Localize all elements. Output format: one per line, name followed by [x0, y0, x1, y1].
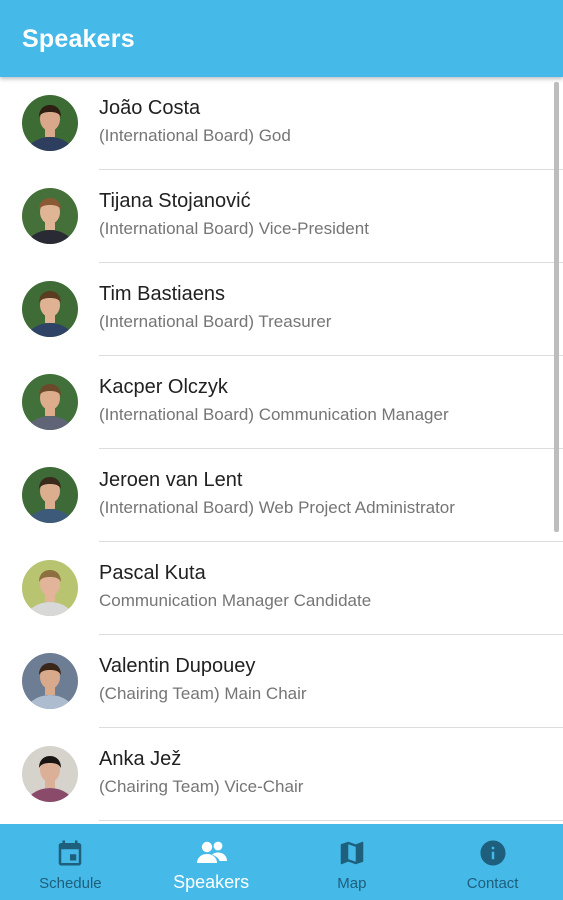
speaker-list[interactable]: João Costa (International Board) God Tij… — [0, 77, 563, 824]
speaker-avatar — [22, 560, 78, 616]
speaker-role: (International Board) God — [99, 126, 291, 145]
speaker-list-item[interactable]: Valentin Dupouey (Chairing Team) Main Ch… — [0, 635, 563, 728]
speaker-name: Jeroen van Lent — [99, 469, 243, 491]
app-bar: Speakers — [0, 0, 563, 77]
nav-label: Map — [337, 875, 367, 892]
speaker-list-item[interactable]: Pascal Kuta Communication Manager Candid… — [0, 542, 563, 635]
speaker-avatar — [22, 467, 78, 523]
speaker-name: Anka Jež — [99, 748, 182, 770]
speaker-avatar — [22, 95, 78, 151]
nav-label: Speakers — [173, 872, 250, 892]
speaker-name: João Costa — [99, 97, 201, 119]
nav-label: Schedule — [39, 875, 102, 892]
bottom-nav: Schedule Speakers Map Contact — [0, 824, 563, 900]
page-title: Speakers — [22, 25, 135, 53]
speaker-name: Valentin Dupouey — [99, 655, 256, 677]
info-icon — [478, 838, 508, 868]
speaker-list-item[interactable]: João Costa (International Board) God — [0, 77, 563, 170]
nav-tab-contact[interactable]: Contact — [422, 824, 563, 900]
speaker-role: Communication Manager Candidate — [99, 591, 372, 610]
speaker-role: (International Board) Vice-President — [99, 219, 369, 238]
list-divider — [99, 820, 563, 821]
speaker-role: (International Board) Web Project Admini… — [99, 498, 455, 517]
map-icon — [337, 838, 367, 868]
speaker-role: (Chairing Team) Vice-Chair — [99, 777, 304, 796]
speaker-avatar — [22, 653, 78, 709]
speaker-avatar — [22, 746, 78, 802]
speaker-list-item[interactable]: Tijana Stojanović (International Board) … — [0, 170, 563, 263]
speaker-list-item[interactable]: Anka Jež (Chairing Team) Vice-Chair — [0, 728, 563, 821]
speaker-avatar — [22, 188, 78, 244]
nav-tab-map[interactable]: Map — [282, 824, 423, 900]
speaker-role: (Chairing Team) Main Chair — [99, 684, 307, 703]
speaker-avatar — [22, 374, 78, 430]
speaker-list-item[interactable]: Kacper Olczyk (International Board) Comm… — [0, 356, 563, 449]
speaker-name: Pascal Kuta — [99, 562, 206, 584]
speaker-role: (International Board) Communication Mana… — [99, 405, 449, 424]
nav-tab-speakers[interactable]: Speakers — [141, 824, 282, 900]
speaker-role: (International Board) Treasurer — [99, 312, 332, 331]
scrollbar[interactable] — [554, 82, 559, 532]
nav-label: Contact — [466, 875, 519, 892]
calendar-icon — [55, 838, 85, 868]
speaker-list-item[interactable]: Tim Bastiaens (International Board) Trea… — [0, 263, 563, 356]
speaker-name: Kacper Olczyk — [99, 376, 228, 398]
speaker-name: Tim Bastiaens — [99, 283, 225, 305]
nav-tab-schedule[interactable]: Schedule — [0, 824, 141, 900]
speaker-avatar — [22, 281, 78, 337]
people-icon — [196, 838, 228, 868]
speaker-name: Tijana Stojanović — [99, 190, 251, 212]
speaker-list-item[interactable]: Jeroen van Lent (International Board) We… — [0, 449, 563, 542]
